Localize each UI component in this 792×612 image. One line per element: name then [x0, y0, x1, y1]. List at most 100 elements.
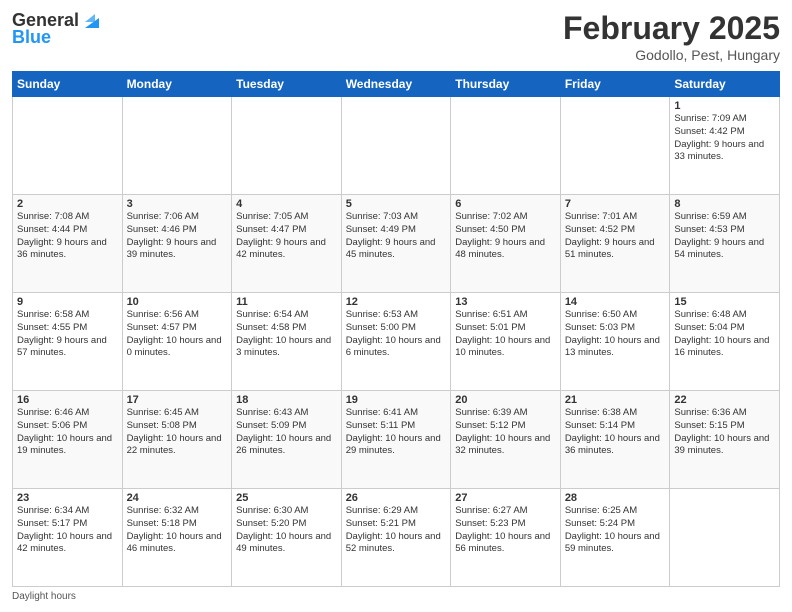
day-info: Sunrise: 6:30 AM Sunset: 5:20 PM Dayligh… — [236, 505, 337, 556]
day-number: 4 — [236, 198, 337, 210]
calendar-cell: 11Sunrise: 6:54 AM Sunset: 4:58 PM Dayli… — [232, 293, 342, 391]
calendar-cell: 9Sunrise: 6:58 AM Sunset: 4:55 PM Daylig… — [13, 293, 123, 391]
calendar-cell: 10Sunrise: 6:56 AM Sunset: 4:57 PM Dayli… — [122, 293, 232, 391]
month-year: February 2025 — [563, 10, 780, 47]
day-info: Sunrise: 6:59 AM Sunset: 4:53 PM Dayligh… — [674, 211, 775, 262]
calendar-cell: 24Sunrise: 6:32 AM Sunset: 5:18 PM Dayli… — [122, 489, 232, 587]
calendar-cell — [122, 97, 232, 195]
day-info: Sunrise: 7:02 AM Sunset: 4:50 PM Dayligh… — [455, 211, 556, 262]
day-number: 1 — [674, 100, 775, 112]
day-number: 13 — [455, 296, 556, 308]
day-info: Sunrise: 6:43 AM Sunset: 5:09 PM Dayligh… — [236, 407, 337, 458]
day-info: Sunrise: 7:09 AM Sunset: 4:42 PM Dayligh… — [674, 113, 775, 164]
page: General Blue February 2025 Godollo, Pest… — [0, 0, 792, 612]
day-number: 16 — [17, 394, 118, 406]
calendar-week-row: 23Sunrise: 6:34 AM Sunset: 5:17 PM Dayli… — [13, 489, 780, 587]
footer-note: Daylight hours — [12, 591, 780, 602]
day-number: 10 — [127, 296, 228, 308]
day-number: 18 — [236, 394, 337, 406]
day-info: Sunrise: 7:08 AM Sunset: 4:44 PM Dayligh… — [17, 211, 118, 262]
calendar-cell: 15Sunrise: 6:48 AM Sunset: 5:04 PM Dayli… — [670, 293, 780, 391]
day-info: Sunrise: 7:01 AM Sunset: 4:52 PM Dayligh… — [565, 211, 666, 262]
calendar-cell: 5Sunrise: 7:03 AM Sunset: 4:49 PM Daylig… — [341, 195, 451, 293]
day-info: Sunrise: 6:53 AM Sunset: 5:00 PM Dayligh… — [346, 309, 447, 360]
day-info: Sunrise: 6:29 AM Sunset: 5:21 PM Dayligh… — [346, 505, 447, 556]
day-info: Sunrise: 6:36 AM Sunset: 5:15 PM Dayligh… — [674, 407, 775, 458]
calendar-cell: 13Sunrise: 6:51 AM Sunset: 5:01 PM Dayli… — [451, 293, 561, 391]
day-number: 28 — [565, 492, 666, 504]
day-number: 6 — [455, 198, 556, 210]
logo-text-blue: Blue — [12, 28, 51, 48]
day-number: 15 — [674, 296, 775, 308]
calendar-cell — [13, 97, 123, 195]
day-number: 7 — [565, 198, 666, 210]
day-info: Sunrise: 6:48 AM Sunset: 5:04 PM Dayligh… — [674, 309, 775, 360]
day-info: Sunrise: 6:51 AM Sunset: 5:01 PM Dayligh… — [455, 309, 556, 360]
day-of-week-header: Friday — [560, 72, 670, 97]
daylight-label: Daylight hours — [12, 591, 76, 602]
calendar-cell: 16Sunrise: 6:46 AM Sunset: 5:06 PM Dayli… — [13, 391, 123, 489]
day-number: 19 — [346, 394, 447, 406]
logo-icon — [81, 10, 103, 32]
day-number: 12 — [346, 296, 447, 308]
day-info: Sunrise: 6:41 AM Sunset: 5:11 PM Dayligh… — [346, 407, 447, 458]
day-number: 24 — [127, 492, 228, 504]
calendar-week-row: 1Sunrise: 7:09 AM Sunset: 4:42 PM Daylig… — [13, 97, 780, 195]
day-info: Sunrise: 6:56 AM Sunset: 4:57 PM Dayligh… — [127, 309, 228, 360]
header: General Blue February 2025 Godollo, Pest… — [12, 10, 780, 63]
location: Godollo, Pest, Hungary — [563, 47, 780, 63]
day-info: Sunrise: 6:58 AM Sunset: 4:55 PM Dayligh… — [17, 309, 118, 360]
calendar-cell: 8Sunrise: 6:59 AM Sunset: 4:53 PM Daylig… — [670, 195, 780, 293]
day-info: Sunrise: 6:25 AM Sunset: 5:24 PM Dayligh… — [565, 505, 666, 556]
day-of-week-header: Tuesday — [232, 72, 342, 97]
calendar-week-row: 9Sunrise: 6:58 AM Sunset: 4:55 PM Daylig… — [13, 293, 780, 391]
calendar-body: 1Sunrise: 7:09 AM Sunset: 4:42 PM Daylig… — [13, 97, 780, 587]
day-of-week-header: Wednesday — [341, 72, 451, 97]
day-info: Sunrise: 7:03 AM Sunset: 4:49 PM Dayligh… — [346, 211, 447, 262]
calendar-cell: 2Sunrise: 7:08 AM Sunset: 4:44 PM Daylig… — [13, 195, 123, 293]
days-of-week-row: SundayMondayTuesdayWednesdayThursdayFrid… — [13, 72, 780, 97]
day-number: 26 — [346, 492, 447, 504]
day-number: 5 — [346, 198, 447, 210]
calendar-cell: 3Sunrise: 7:06 AM Sunset: 4:46 PM Daylig… — [122, 195, 232, 293]
day-number: 2 — [17, 198, 118, 210]
calendar-cell: 19Sunrise: 6:41 AM Sunset: 5:11 PM Dayli… — [341, 391, 451, 489]
calendar-cell — [560, 97, 670, 195]
calendar-cell: 21Sunrise: 6:38 AM Sunset: 5:14 PM Dayli… — [560, 391, 670, 489]
day-number: 20 — [455, 394, 556, 406]
calendar-cell: 27Sunrise: 6:27 AM Sunset: 5:23 PM Dayli… — [451, 489, 561, 587]
calendar-cell — [341, 97, 451, 195]
day-info: Sunrise: 7:05 AM Sunset: 4:47 PM Dayligh… — [236, 211, 337, 262]
calendar-cell: 12Sunrise: 6:53 AM Sunset: 5:00 PM Dayli… — [341, 293, 451, 391]
calendar-week-row: 16Sunrise: 6:46 AM Sunset: 5:06 PM Dayli… — [13, 391, 780, 489]
day-info: Sunrise: 6:38 AM Sunset: 5:14 PM Dayligh… — [565, 407, 666, 458]
calendar-cell: 25Sunrise: 6:30 AM Sunset: 5:20 PM Dayli… — [232, 489, 342, 587]
calendar-week-row: 2Sunrise: 7:08 AM Sunset: 4:44 PM Daylig… — [13, 195, 780, 293]
calendar-cell: 17Sunrise: 6:45 AM Sunset: 5:08 PM Dayli… — [122, 391, 232, 489]
day-info: Sunrise: 6:27 AM Sunset: 5:23 PM Dayligh… — [455, 505, 556, 556]
day-number: 27 — [455, 492, 556, 504]
calendar-table: SundayMondayTuesdayWednesdayThursdayFrid… — [12, 71, 780, 587]
calendar-cell: 20Sunrise: 6:39 AM Sunset: 5:12 PM Dayli… — [451, 391, 561, 489]
calendar-cell: 26Sunrise: 6:29 AM Sunset: 5:21 PM Dayli… — [341, 489, 451, 587]
day-number: 9 — [17, 296, 118, 308]
day-info: Sunrise: 6:46 AM Sunset: 5:06 PM Dayligh… — [17, 407, 118, 458]
day-number: 22 — [674, 394, 775, 406]
title-block: February 2025 Godollo, Pest, Hungary — [563, 10, 780, 63]
day-of-week-header: Monday — [122, 72, 232, 97]
logo: General Blue — [12, 10, 103, 48]
day-of-week-header: Saturday — [670, 72, 780, 97]
day-info: Sunrise: 6:54 AM Sunset: 4:58 PM Dayligh… — [236, 309, 337, 360]
day-of-week-header: Thursday — [451, 72, 561, 97]
day-number: 3 — [127, 198, 228, 210]
calendar-cell: 4Sunrise: 7:05 AM Sunset: 4:47 PM Daylig… — [232, 195, 342, 293]
calendar-cell: 6Sunrise: 7:02 AM Sunset: 4:50 PM Daylig… — [451, 195, 561, 293]
day-number: 21 — [565, 394, 666, 406]
day-info: Sunrise: 6:32 AM Sunset: 5:18 PM Dayligh… — [127, 505, 228, 556]
day-number: 14 — [565, 296, 666, 308]
day-info: Sunrise: 6:45 AM Sunset: 5:08 PM Dayligh… — [127, 407, 228, 458]
calendar-cell: 7Sunrise: 7:01 AM Sunset: 4:52 PM Daylig… — [560, 195, 670, 293]
day-of-week-header: Sunday — [13, 72, 123, 97]
day-number: 17 — [127, 394, 228, 406]
calendar-cell: 14Sunrise: 6:50 AM Sunset: 5:03 PM Dayli… — [560, 293, 670, 391]
